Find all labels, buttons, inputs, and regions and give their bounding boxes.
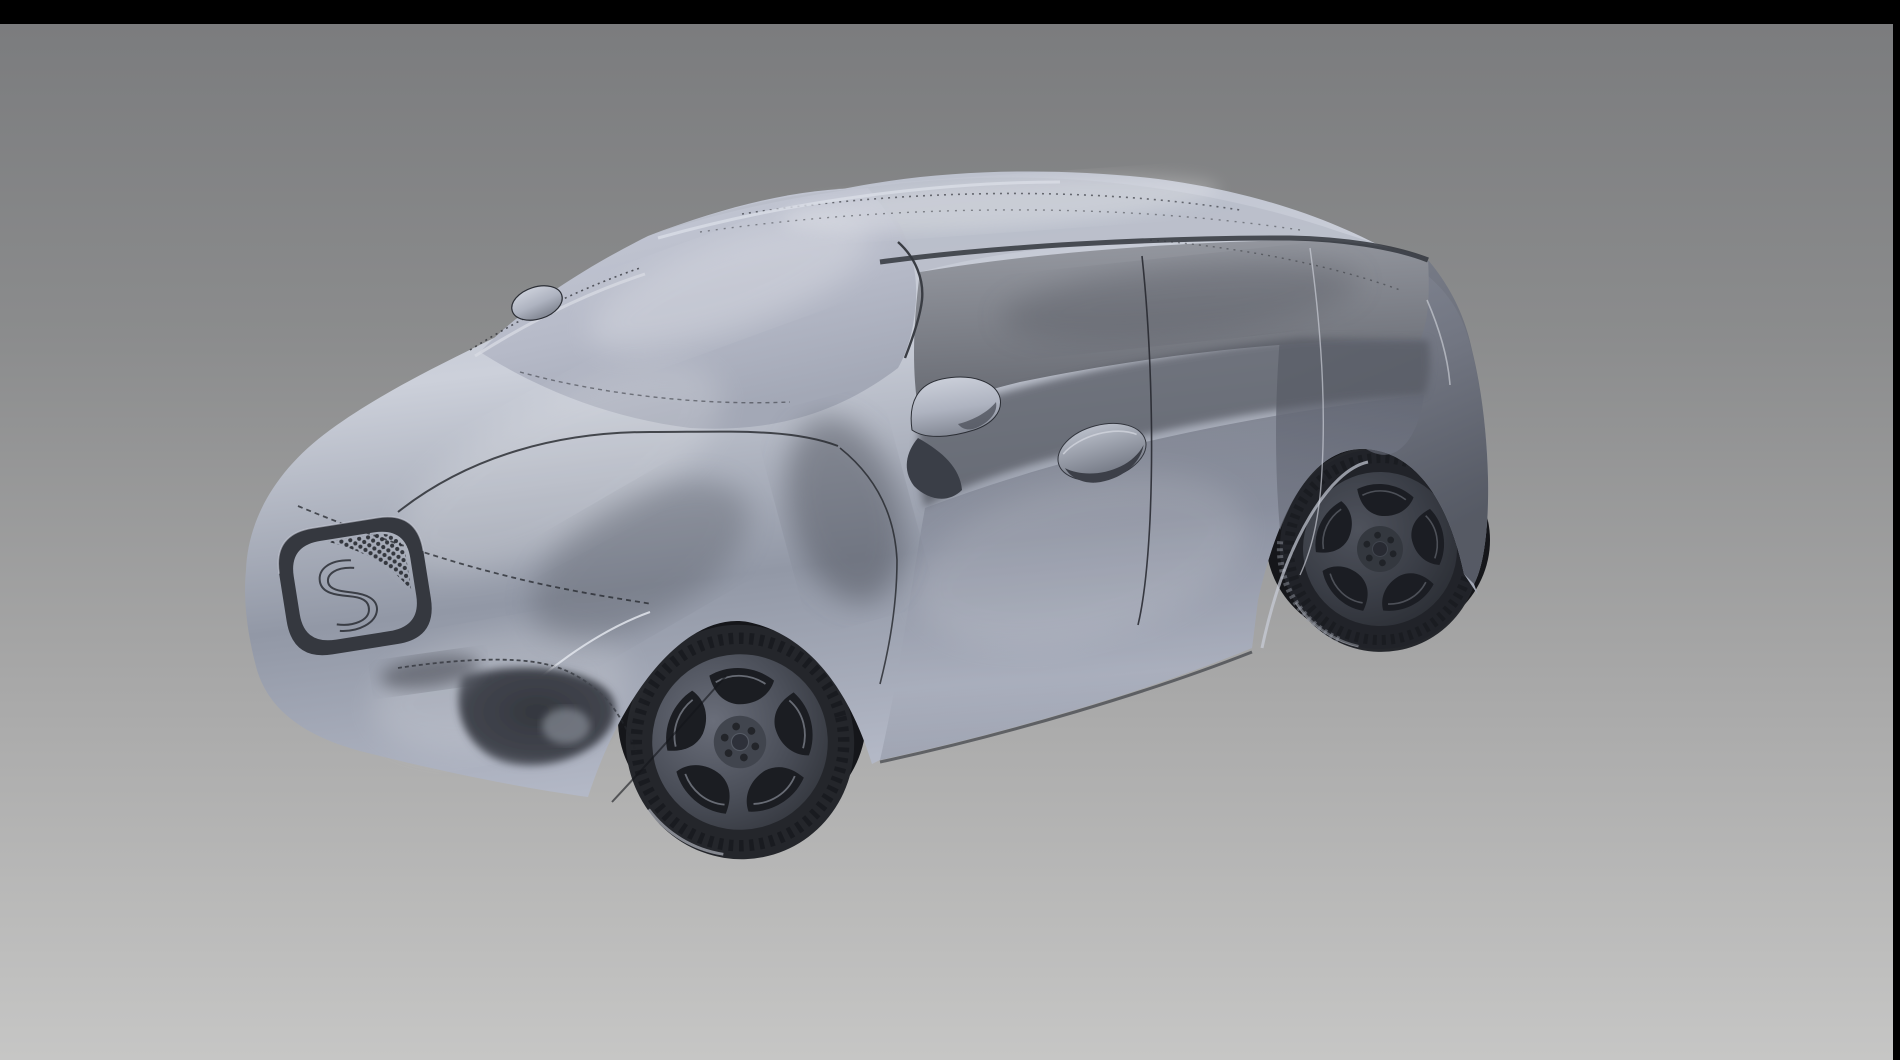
render-viewport[interactable] <box>0 24 1893 1060</box>
car-model <box>245 165 1496 884</box>
top-letterbox-bar <box>0 0 1900 24</box>
screenshot-root <box>0 0 1900 1060</box>
right-letterbox-bar <box>1893 0 1900 1060</box>
car-body <box>245 165 1488 802</box>
car-render <box>0 24 1893 1060</box>
